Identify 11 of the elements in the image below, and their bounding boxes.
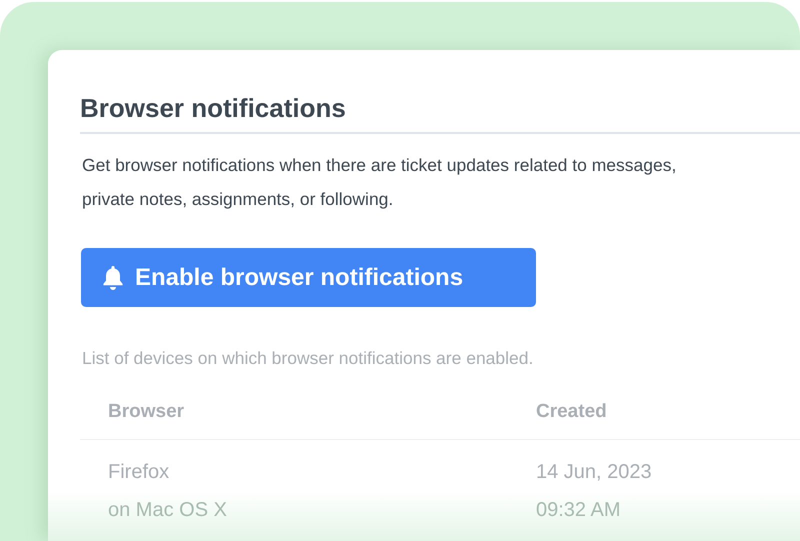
section-description: Get browser notifications when there are ticket updates related to messages, private notes, assignments, or following. [82,154,678,211]
enable-notifications-button[interactable]: Enable browser notifications [81,248,536,307]
created-time: 09:32 AM [536,498,622,522]
created-date: 14 Jun, 2023 [536,460,653,484]
devices-caption: List of devices on which browser notifications are enabled. [82,347,534,370]
section-title: Browser notifications [80,90,800,134]
platform-name: on Mac OS X [108,498,228,522]
column-header: Browser [108,401,186,423]
browser-name: Firefox [108,460,170,484]
column-header: Created [536,401,608,423]
bell-icon [103,266,123,290]
